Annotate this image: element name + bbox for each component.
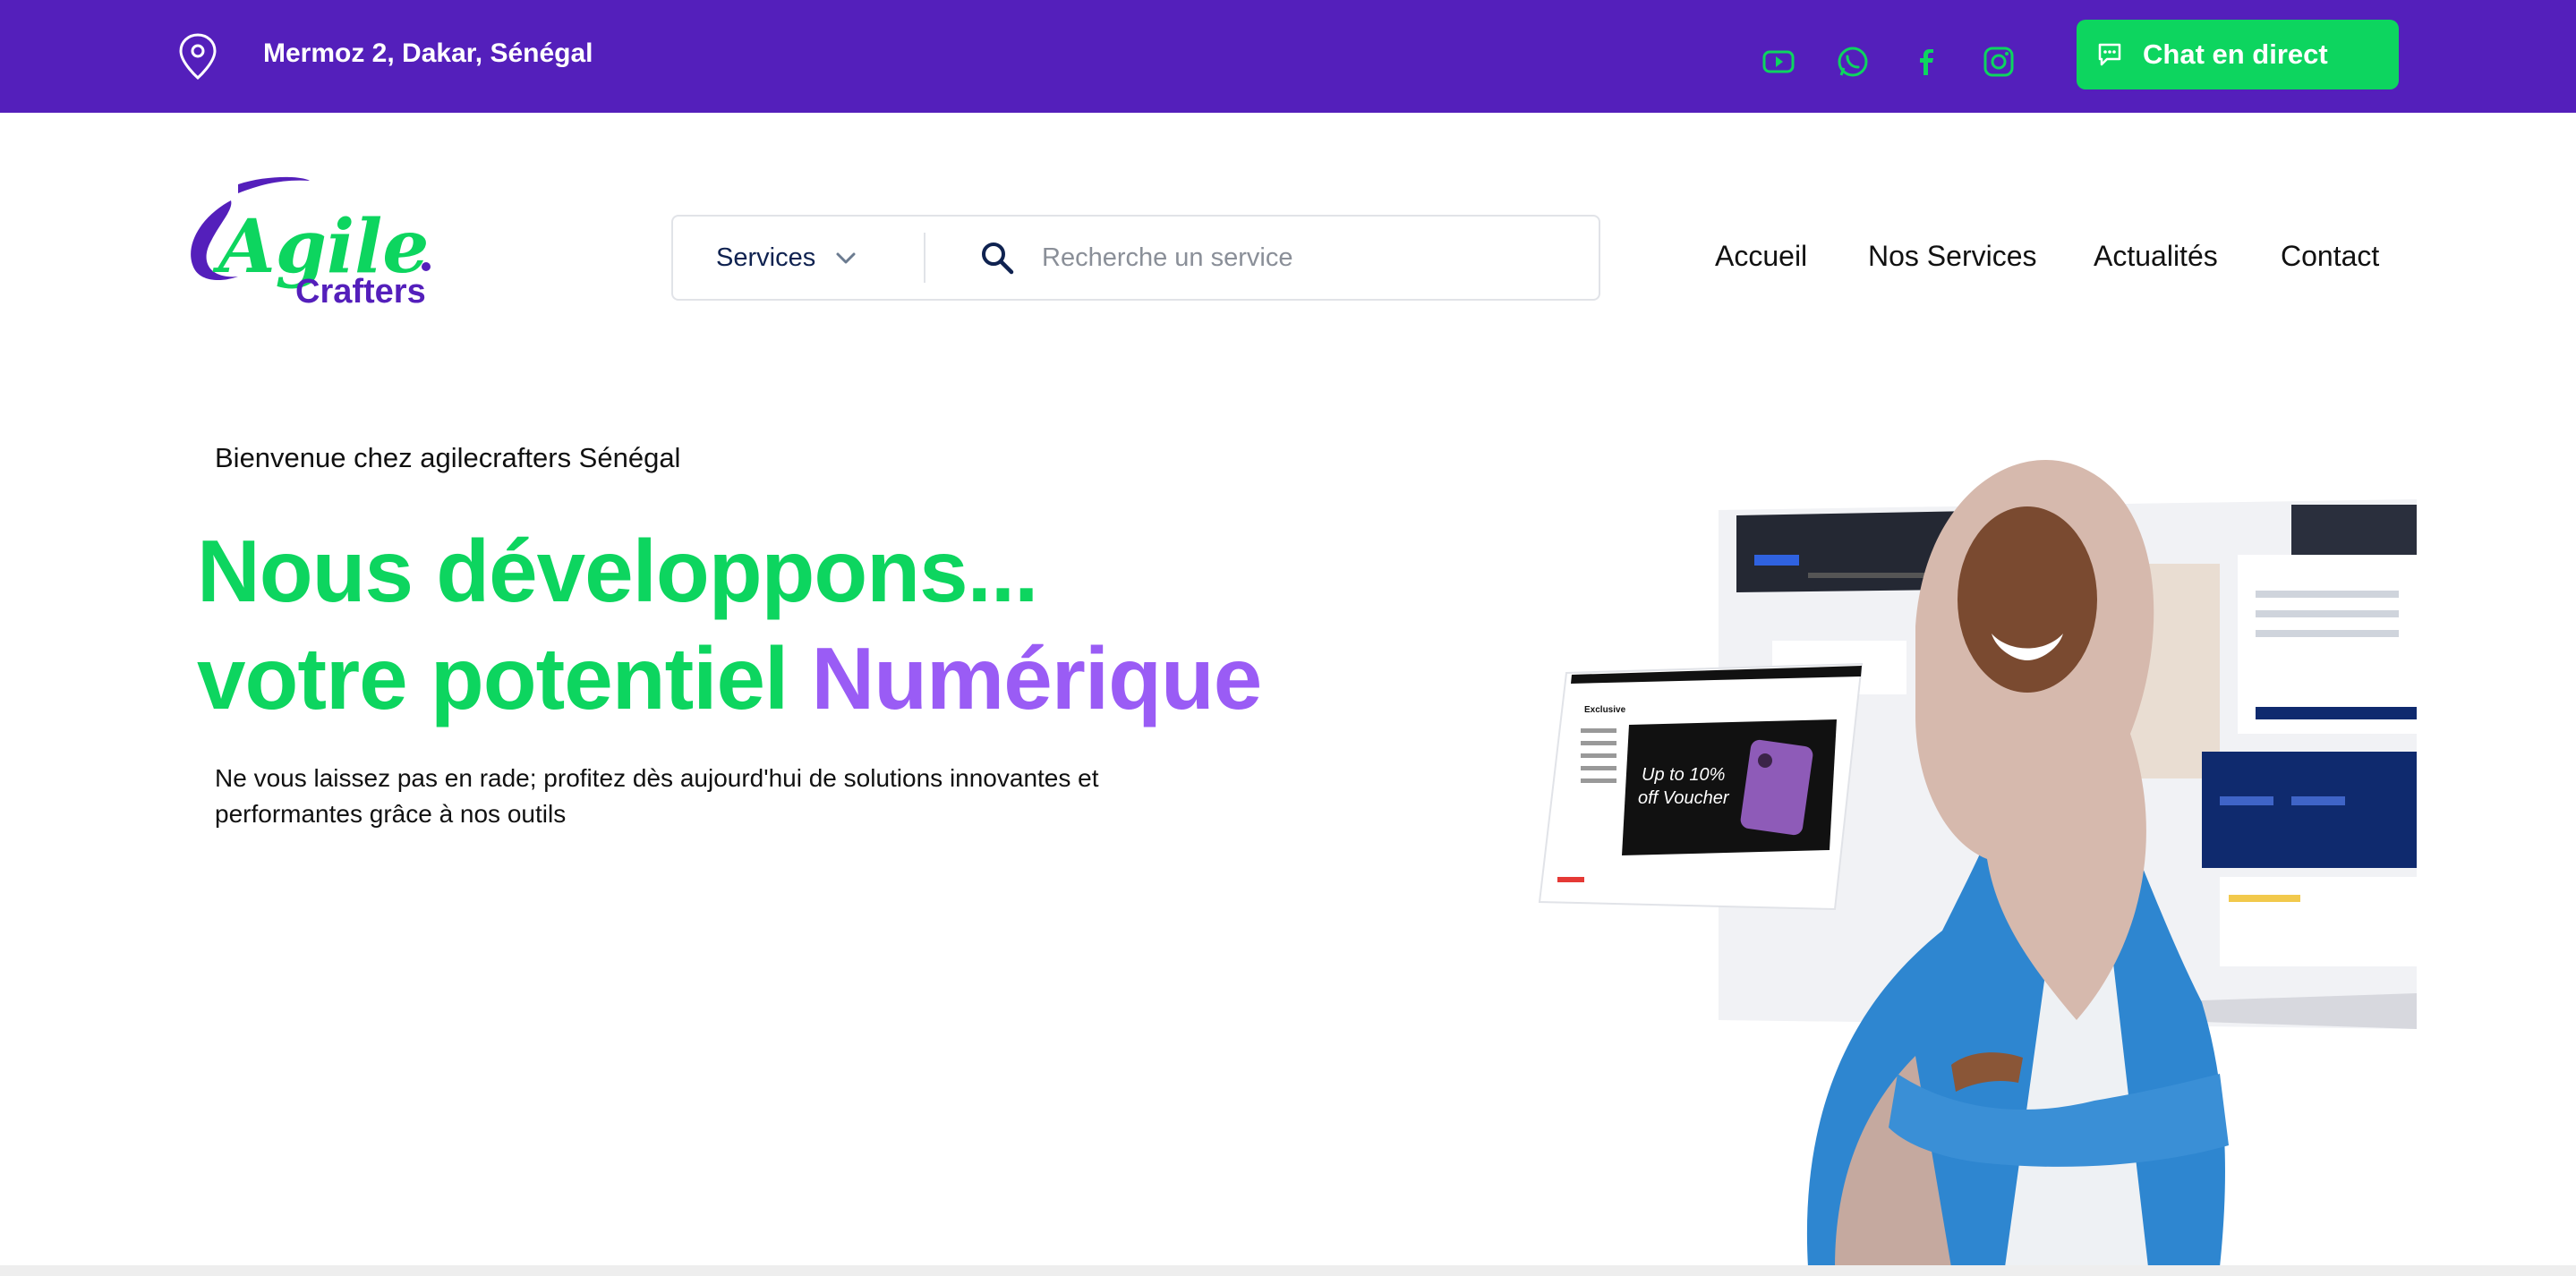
hero-headline: Nous développons... votre potentiel Numé… [197, 517, 1262, 732]
headline-accent: Numérique [811, 629, 1262, 727]
search-bar: Services [671, 215, 1600, 301]
location-text: Mermoz 2, Dakar, Sénégal [263, 38, 593, 68]
website-mockup-front: Exclusive Up to 10% off Voucher [1538, 662, 1864, 911]
facebook-icon[interactable] [1906, 43, 1944, 81]
page-bottom-strip [0, 1265, 2576, 1276]
nav-contact[interactable]: Contact [2281, 238, 2379, 274]
hero-description: Ne vous laissez pas en rade; profitez dè… [215, 764, 1099, 828]
nav-actualites[interactable]: Actualités [2094, 238, 2218, 274]
chat-bubble-icon [2098, 43, 2121, 66]
top-bar: Mermoz 2, Dakar, Sénégal Chat en direct [0, 0, 2576, 113]
svg-text:Up to 10%: Up to 10% [1642, 765, 1725, 785]
svg-text:Crafters: Crafters [295, 273, 426, 308]
headline-line-2: votre potentiel Numérique [197, 625, 1262, 732]
svg-text:off Voucher: off Voucher [1638, 788, 1730, 808]
headline-line-1: Nous développons... [197, 522, 1038, 620]
headline-prefix: votre potentiel [197, 629, 812, 727]
services-dropdown[interactable]: Services [673, 217, 924, 299]
services-dropdown-label: Services [716, 242, 816, 272]
search-divider [924, 233, 925, 283]
search-icon[interactable] [979, 240, 1015, 276]
search-input[interactable] [1042, 231, 1579, 285]
chat-button-label: Chat en direct [2143, 38, 2328, 70]
hero-welcome: Bienvenue chez agilecrafters Sénégal [215, 442, 681, 473]
whatsapp-icon[interactable] [1833, 43, 1871, 81]
svg-text:Exclusive: Exclusive [1584, 705, 1626, 715]
agile-crafters-logo[interactable]: Agile Crafters [175, 174, 444, 308]
map-pin-icon [179, 33, 217, 81]
instagram-icon[interactable] [1980, 43, 2017, 81]
nav-accueil[interactable]: Accueil [1715, 238, 1807, 274]
chevron-down-icon [836, 252, 856, 264]
youtube-icon[interactable] [1760, 43, 1797, 81]
nav-nos-services[interactable]: Nos Services [1868, 238, 2037, 274]
hero-illustration: Exclusive Up to 10% off Voucher [1538, 459, 2417, 1267]
chat-button[interactable]: Chat en direct [2077, 20, 2399, 89]
